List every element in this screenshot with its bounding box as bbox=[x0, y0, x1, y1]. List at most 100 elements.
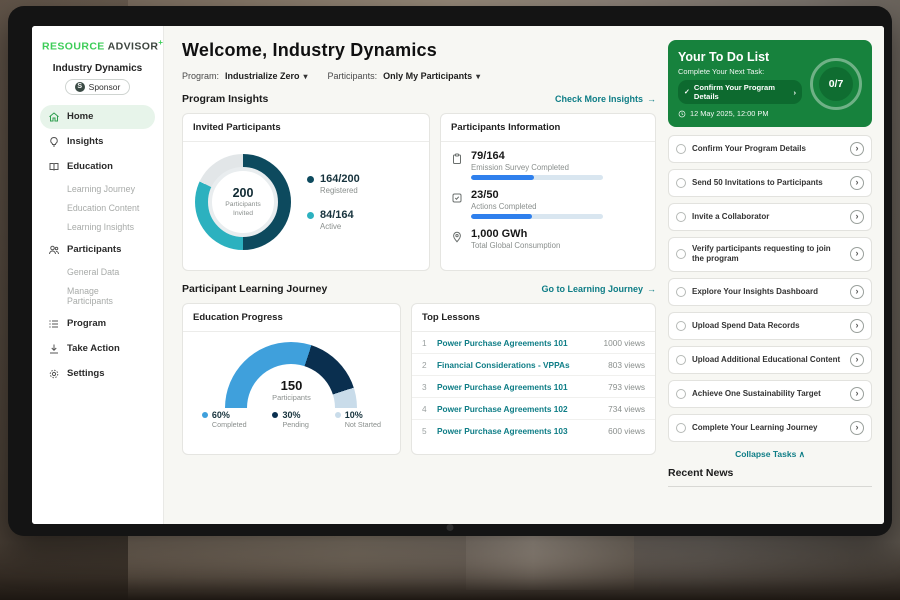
todo-task[interactable]: Explore Your Insights Dashboard › bbox=[668, 278, 872, 306]
sidebar-item-education-content[interactable]: Education Content bbox=[40, 199, 155, 218]
lesson-link[interactable]: Power Purchase Agreements 102 bbox=[437, 404, 601, 414]
sidebar-item-education[interactable]: Education bbox=[40, 155, 155, 179]
chevron-right-icon[interactable]: › bbox=[850, 176, 864, 190]
chevron-right-icon[interactable]: › bbox=[850, 247, 864, 261]
sidebar-item-learning-insights[interactable]: Learning Insights bbox=[40, 218, 155, 237]
task-checkbox[interactable] bbox=[676, 249, 686, 259]
progress-bar-fill bbox=[471, 214, 532, 219]
lesson-link[interactable]: Power Purchase Agreements 101 bbox=[437, 382, 601, 392]
todo-task[interactable]: Verify participants requesting to join t… bbox=[668, 237, 872, 272]
chevron-right-icon[interactable]: › bbox=[850, 285, 864, 299]
legend-item-pending: 30% Pending bbox=[272, 410, 308, 429]
sidebar-item-label: Home bbox=[67, 111, 93, 122]
insights-cards-row: Invited Participants 200 Participants In… bbox=[182, 113, 656, 271]
arrow-right-icon: → bbox=[647, 94, 656, 104]
todo-progress-ring: 0/7 bbox=[810, 58, 862, 110]
todo-task[interactable]: Send 50 Invitations to Participants › bbox=[668, 169, 872, 197]
sidebar-item-settings[interactable]: Settings bbox=[40, 362, 155, 386]
participants-filter-label: Participants: bbox=[328, 71, 378, 81]
lesson-views: 734 views bbox=[608, 404, 645, 414]
sidebar-item-program[interactable]: Program bbox=[40, 312, 155, 336]
stat-value: 23/50 bbox=[471, 189, 603, 201]
legend-value: 60% bbox=[212, 410, 247, 420]
todo-task[interactable]: Invite a Collaborator › bbox=[668, 203, 872, 231]
todo-task[interactable]: Confirm Your Program Details › bbox=[668, 135, 872, 163]
lesson-row: 3 Power Purchase Agreements 101 793 view… bbox=[412, 376, 655, 398]
todo-task[interactable]: Achieve One Sustainability Target › bbox=[668, 380, 872, 408]
task-checkbox[interactable] bbox=[676, 212, 686, 222]
desk-shadow bbox=[0, 542, 900, 600]
card-title: Education Progress bbox=[183, 304, 400, 332]
card-title: Top Lessons bbox=[412, 304, 655, 332]
stat-label: Total Global Consumption bbox=[471, 241, 560, 250]
go-to-learning-journey-link[interactable]: Go to Learning Journey → bbox=[541, 284, 656, 294]
collapse-tasks-link[interactable]: Collapse Tasks ∧ bbox=[668, 442, 872, 467]
participants-filter: Participants: Only My Participants ▾ bbox=[328, 71, 481, 81]
chevron-right-icon[interactable]: › bbox=[850, 319, 864, 333]
task-checkbox[interactable] bbox=[676, 355, 686, 365]
participants-filter-select[interactable]: Only My Participants ▾ bbox=[383, 71, 480, 81]
sidebar-item-label: Take Action bbox=[67, 343, 120, 354]
task-checkbox[interactable] bbox=[676, 287, 686, 297]
sidebar-item-general-data[interactable]: General Data bbox=[40, 263, 155, 282]
education-progress-card: Education Progress 150 Participants bbox=[182, 303, 401, 455]
task-checkbox[interactable] bbox=[676, 423, 686, 433]
lesson-views: 803 views bbox=[608, 360, 645, 370]
lesson-row: 5 Power Purchase Agreements 103 600 view… bbox=[412, 420, 655, 441]
legend-item-active: 84/164 Active bbox=[307, 209, 360, 231]
task-checkbox[interactable] bbox=[676, 178, 686, 188]
gauge-center-value: 150 bbox=[183, 378, 400, 393]
dashboard-screen: RESOURCE ADVISOR+ Industry Dynamics S Sp… bbox=[32, 26, 884, 524]
lesson-link[interactable]: Power Purchase Agreements 103 bbox=[437, 426, 601, 436]
chevron-right-icon[interactable]: › bbox=[850, 353, 864, 367]
sidebar-item-manage-participants[interactable]: Manage Participants bbox=[40, 282, 155, 311]
sidebar-item-participants[interactable]: Participants bbox=[40, 238, 155, 262]
lesson-link[interactable]: Financial Considerations - VPPAs bbox=[437, 360, 601, 370]
sidebar-item-learning-journey[interactable]: Learning Journey bbox=[40, 180, 155, 199]
org-name: Industry Dynamics bbox=[40, 63, 155, 74]
learning-cards-row: Education Progress 150 Participants bbox=[182, 303, 656, 455]
chevron-right-icon[interactable]: › bbox=[850, 421, 864, 435]
sponsor-badge[interactable]: S Sponsor bbox=[65, 79, 131, 95]
lesson-row: 2 Financial Considerations - VPPAs 803 v… bbox=[412, 354, 655, 376]
legend-label: Not Started bbox=[345, 420, 381, 429]
chevron-right-icon[interactable]: › bbox=[850, 210, 864, 224]
progress-bar bbox=[471, 214, 603, 219]
sidebar-item-insights[interactable]: Insights bbox=[40, 130, 155, 154]
sidebar-item-take-action[interactable]: Take Action bbox=[40, 337, 155, 361]
location-pin-icon bbox=[451, 230, 463, 242]
legend-label: Pending bbox=[282, 420, 308, 429]
lesson-rank: 1 bbox=[422, 338, 430, 348]
sponsor-label: Sponsor bbox=[89, 82, 121, 92]
sidebar-item-home[interactable]: Home bbox=[40, 105, 155, 129]
lesson-link[interactable]: Power Purchase Agreements 101 bbox=[437, 338, 597, 348]
todo-task[interactable]: Upload Spend Data Records › bbox=[668, 312, 872, 340]
chevron-right-icon[interactable]: › bbox=[850, 387, 864, 401]
card-title: Invited Participants bbox=[183, 114, 429, 142]
donut-legend: 164/200 Registered 84/164 Active bbox=[307, 173, 360, 231]
center-column: Welcome, Industry Dynamics Program: Indu… bbox=[182, 40, 656, 524]
chevron-right-icon[interactable]: › bbox=[850, 142, 864, 156]
program-filter: Program: Industrialize Zero ▾ bbox=[182, 71, 308, 81]
next-task-pill[interactable]: ✓ Confirm Your Program Details › bbox=[678, 80, 802, 104]
legend-dot bbox=[272, 412, 278, 418]
stat-value: 1,000 GWh bbox=[471, 228, 560, 240]
todo-task[interactable]: Complete Your Learning Journey › bbox=[668, 414, 872, 442]
invited-participants-card: Invited Participants 200 Participants In… bbox=[182, 113, 430, 271]
home-icon bbox=[48, 111, 60, 123]
gauge-center-label: Participants bbox=[183, 393, 400, 402]
stat-label: Actions Completed bbox=[471, 202, 603, 211]
todo-task[interactable]: Upload Additional Educational Content › bbox=[668, 346, 872, 374]
progress-bar bbox=[471, 175, 603, 180]
list-icon bbox=[48, 318, 60, 330]
program-filter-select[interactable]: Industrialize Zero ▾ bbox=[225, 71, 308, 81]
lesson-rank: 4 bbox=[422, 404, 430, 414]
todo-summary-card: Your To Do List Complete Your Next Task:… bbox=[668, 40, 872, 127]
task-checkbox[interactable] bbox=[676, 389, 686, 399]
recent-news-header: Recent News bbox=[668, 467, 872, 487]
task-checkbox[interactable] bbox=[676, 144, 686, 154]
task-checkbox[interactable] bbox=[676, 321, 686, 331]
gauge-legend: 60% Completed 30% Pending bbox=[183, 410, 400, 429]
check-more-insights-link[interactable]: Check More Insights → bbox=[555, 94, 656, 104]
legend-value: 84/164 bbox=[320, 209, 354, 221]
